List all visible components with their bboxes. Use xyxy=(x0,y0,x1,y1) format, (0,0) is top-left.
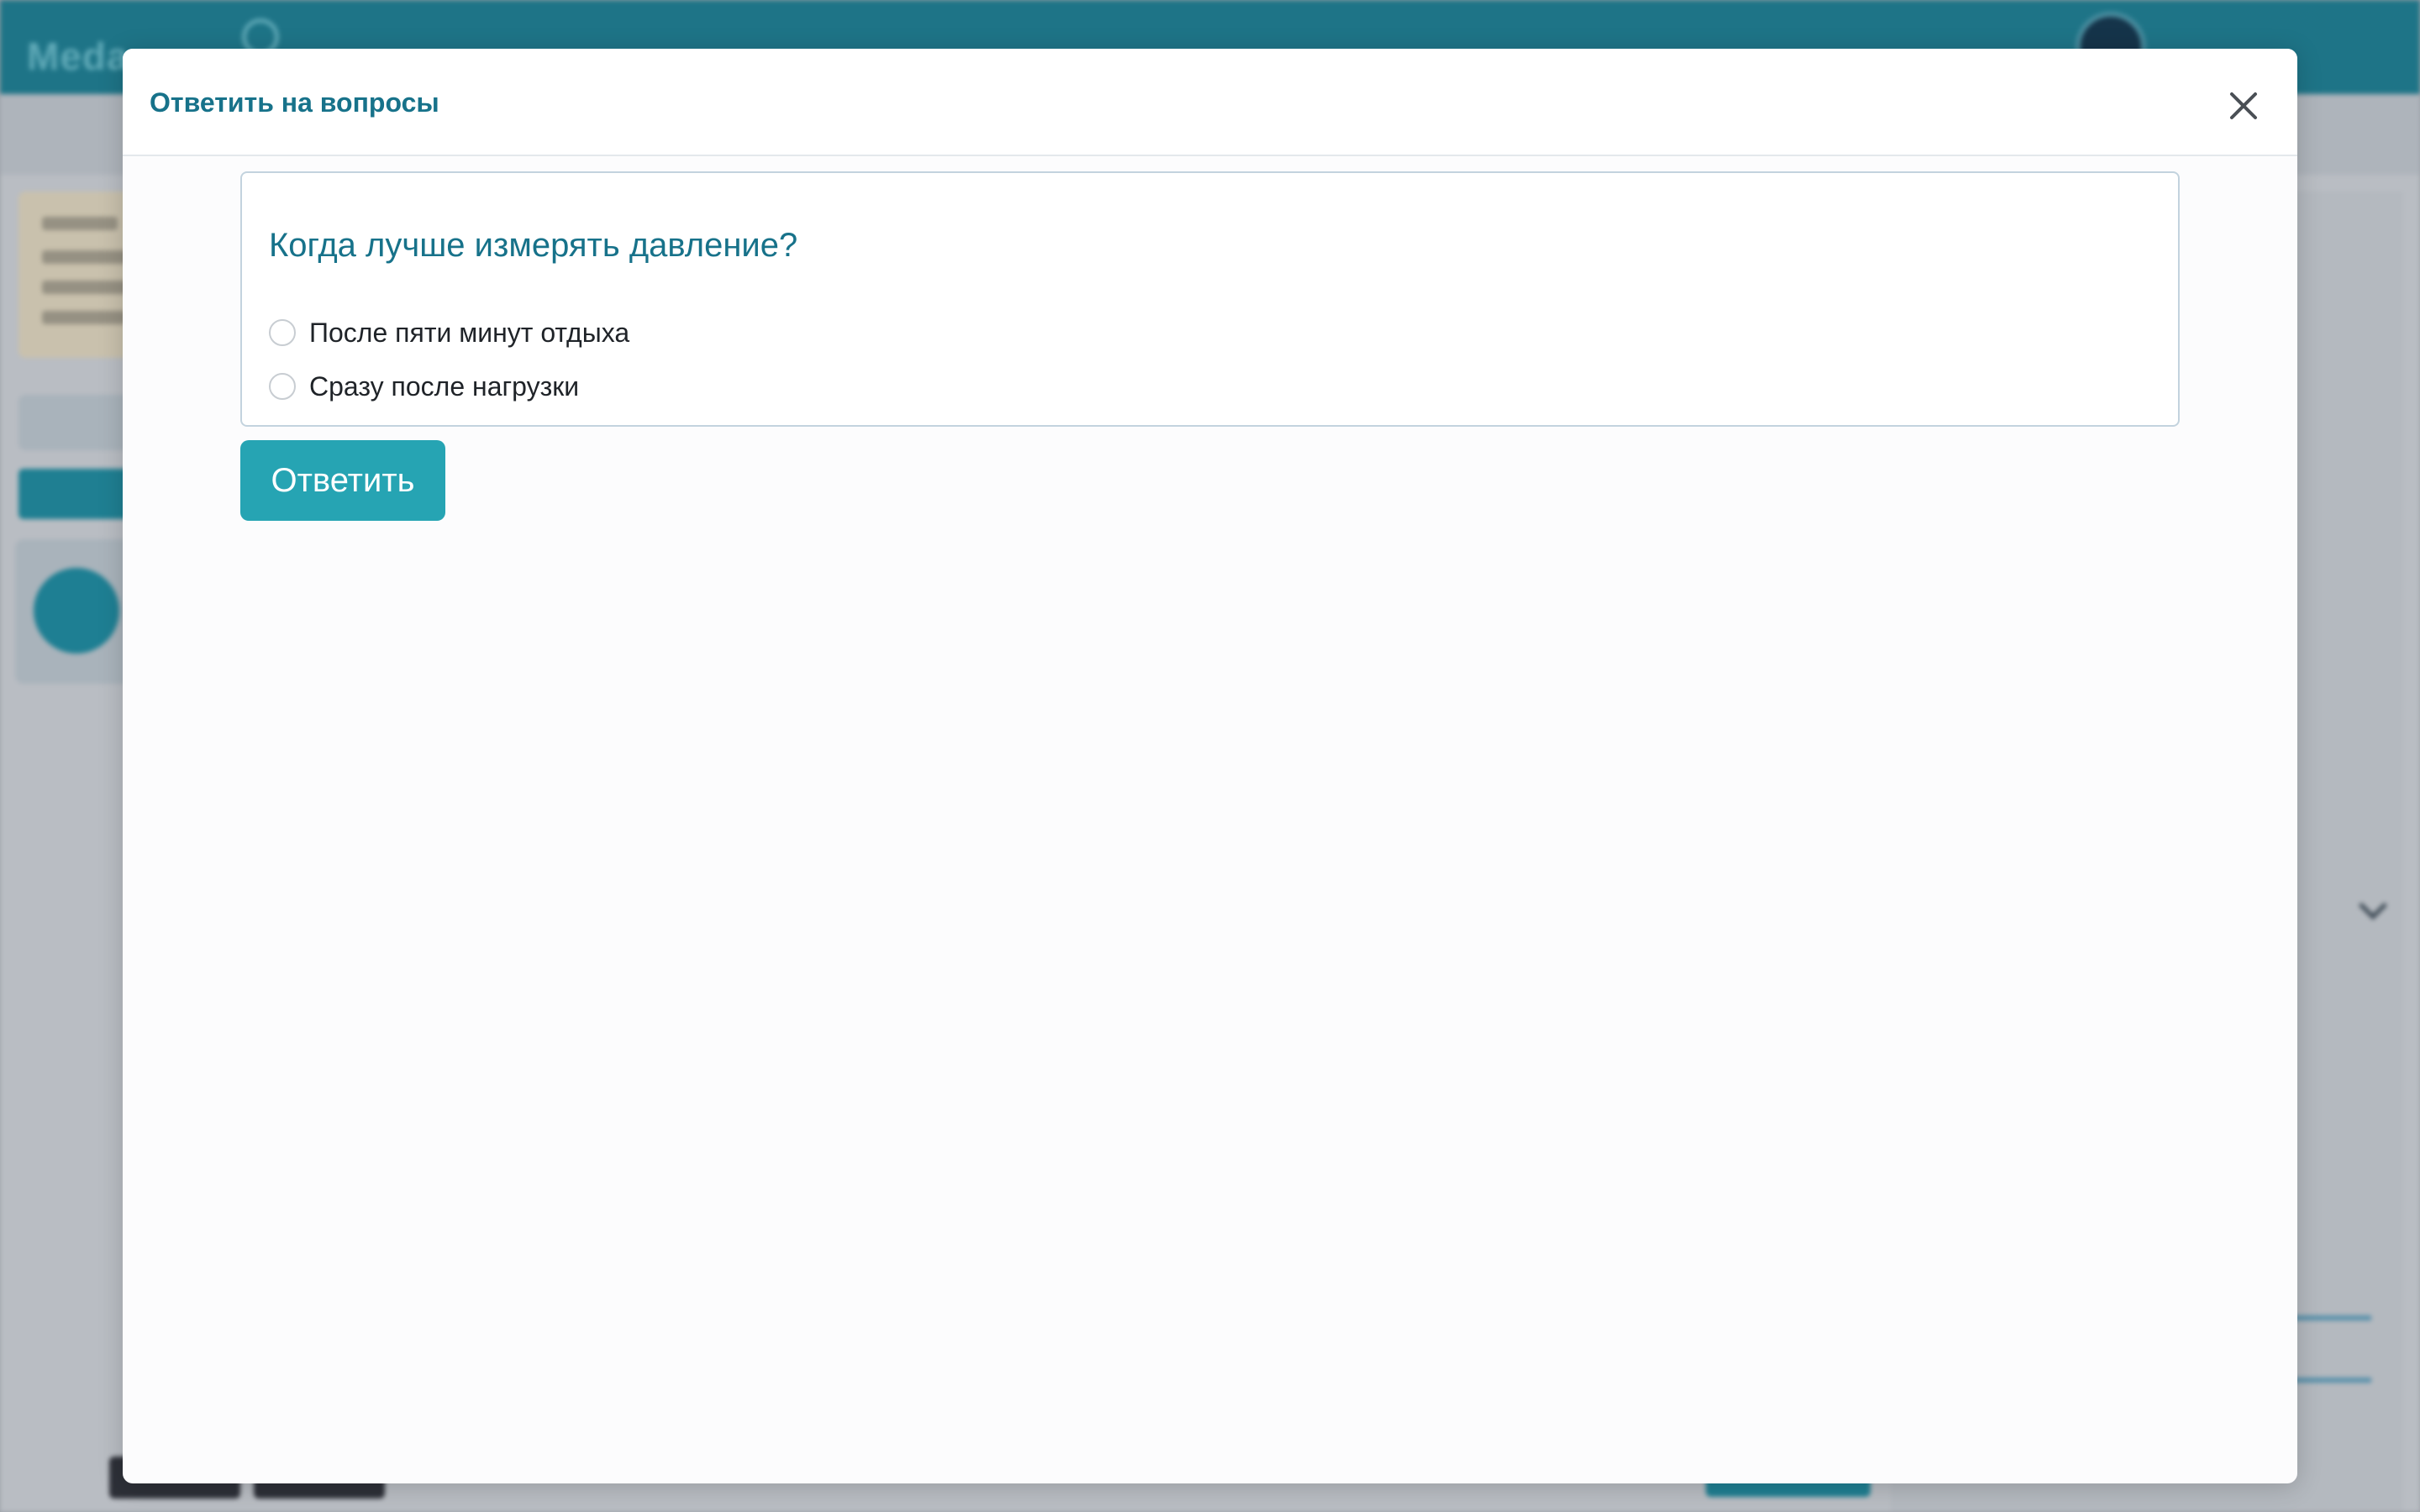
modal-header: Ответить на вопросы xyxy=(123,49,2297,156)
radio-button[interactable] xyxy=(269,319,296,346)
user-icon xyxy=(34,568,119,654)
answer-option-2[interactable]: Сразу после нагрузки xyxy=(269,368,579,405)
radio-button[interactable] xyxy=(269,373,296,400)
background-link xyxy=(2294,1378,2371,1383)
modal-title: Ответить на вопросы xyxy=(150,87,439,118)
question-text: Когда лучше измерять давление? xyxy=(269,227,798,264)
app-logo: Meda xyxy=(27,34,129,78)
close-icon xyxy=(2230,92,2257,119)
answer-option-1[interactable]: После пяти минут отдыха xyxy=(269,314,629,351)
close-button[interactable] xyxy=(2220,82,2267,129)
answer-option-label: Сразу после нагрузки xyxy=(309,370,580,402)
questions-modal: Ответить на вопросы Когда лучше измерять… xyxy=(123,49,2297,1483)
background-link xyxy=(2294,1315,2371,1320)
answer-option-label: После пяти минут отдыха xyxy=(309,317,630,348)
submit-answer-button[interactable]: Ответить xyxy=(240,440,445,521)
question-card: Когда лучше измерять давление? После пят… xyxy=(240,171,2180,427)
